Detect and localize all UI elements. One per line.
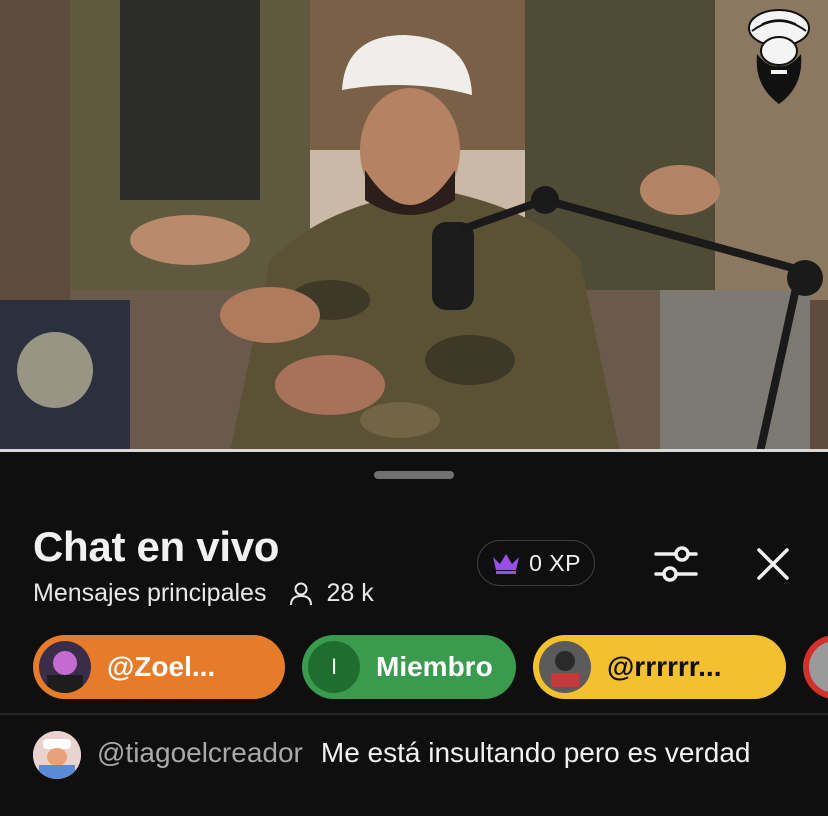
crown-icon [493,554,520,574]
channel-logo-icon [748,9,810,104]
chip-user-zoel[interactable]: @Zoel... [33,635,285,699]
viewer-count-value: 28 k [326,579,374,607]
live-chat-panel: Chat en vivo Mensajes principales 28 k 0… [0,453,828,816]
chip-user-partial[interactable] [803,635,828,699]
drag-handle[interactable] [374,471,454,479]
close-icon[interactable] [750,541,796,587]
message-author[interactable]: @tiagoelcreador [97,737,303,768]
xp-value: 0 XP [529,549,581,576]
chat-subtitle: Mensajes principales 28 k [33,579,374,608]
video-frame [0,0,828,452]
sliders-icon[interactable] [650,543,702,585]
avatar [809,641,828,693]
avatar [39,641,91,693]
avatar[interactable] [33,731,81,779]
highlight-chips: @Zoel... I Miembro @rrrrrr... [0,635,828,699]
avatar: I [308,641,360,693]
chat-message-text: @tiagoelcreador Me está insultando pero e… [97,733,797,772]
divider [0,713,828,715]
person-icon [290,582,313,605]
chat-title: Chat en vivo [33,523,280,570]
chip-member[interactable]: I Miembro [302,635,516,699]
chip-label: Miembro [376,651,493,682]
chip-user-rrrrrr[interactable]: @rrrrrr... [533,635,786,699]
chip-label: @rrrrrr... [607,651,722,682]
message-body: Me está insultando pero es verdad [320,737,751,768]
chat-mode-label[interactable]: Mensajes principales [33,579,266,608]
video-player[interactable] [0,0,828,452]
xp-button[interactable]: 0 XP [477,540,595,586]
viewer-count: 28 k [288,579,374,608]
video-progress-bar[interactable] [0,449,828,452]
avatar [539,641,591,693]
chip-label: @Zoel... [107,651,216,682]
